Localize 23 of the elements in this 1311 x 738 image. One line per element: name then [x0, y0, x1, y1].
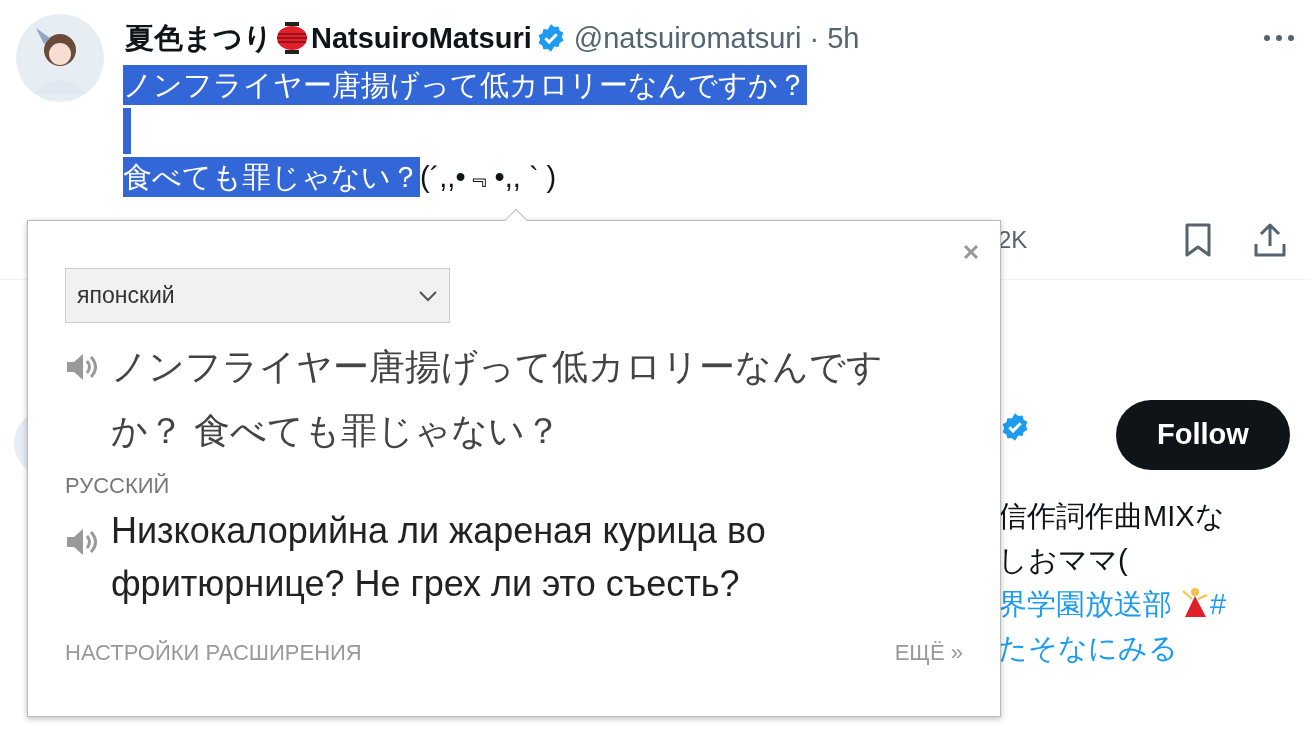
target-language-label: РУССКИЙ: [65, 472, 171, 500]
follow-button[interactable]: Follow: [1116, 400, 1290, 470]
separator-dot: ·: [809, 21, 820, 56]
speaker-icon[interactable]: [65, 352, 99, 382]
bio-text: しおママ(: [998, 543, 1128, 578]
post-text: ノンフライヤー唐揚げって低カロリーなんですか？ 食べても罪じゃない？(´,,•﹃•,, ` ): [123, 62, 1295, 200]
speaker-icon[interactable]: [65, 527, 99, 557]
user-handle[interactable]: @natsuiromatsuri: [573, 14, 802, 62]
action-count: 2K: [998, 224, 1028, 255]
translation-text: Низкокалорийна ли жареная курица во фритюрнице? Не грех ли это съесть?: [111, 509, 767, 606]
close-icon[interactable]: [963, 244, 979, 260]
source-text: ノンフライヤー唐揚げって低カロリーなんですか？ 食べても罪じゃない？: [111, 345, 884, 453]
chevron-down-icon: [418, 289, 438, 302]
share-icon[interactable]: [1253, 221, 1287, 258]
verified-badge-icon: [1000, 412, 1030, 442]
display-name[interactable]: 夏色まつり NatsuiroMatsuri: [125, 14, 532, 62]
more-options-icon[interactable]: [1263, 34, 1295, 42]
bookmark-icon[interactable]: [1183, 221, 1213, 258]
bio-text: 信作詞作曲MIXな: [998, 499, 1225, 534]
lantern-icon: [275, 21, 309, 55]
avatar[interactable]: [16, 14, 104, 102]
language-dropdown[interactable]: японский: [65, 268, 450, 323]
post-time[interactable]: 5h: [827, 14, 860, 62]
